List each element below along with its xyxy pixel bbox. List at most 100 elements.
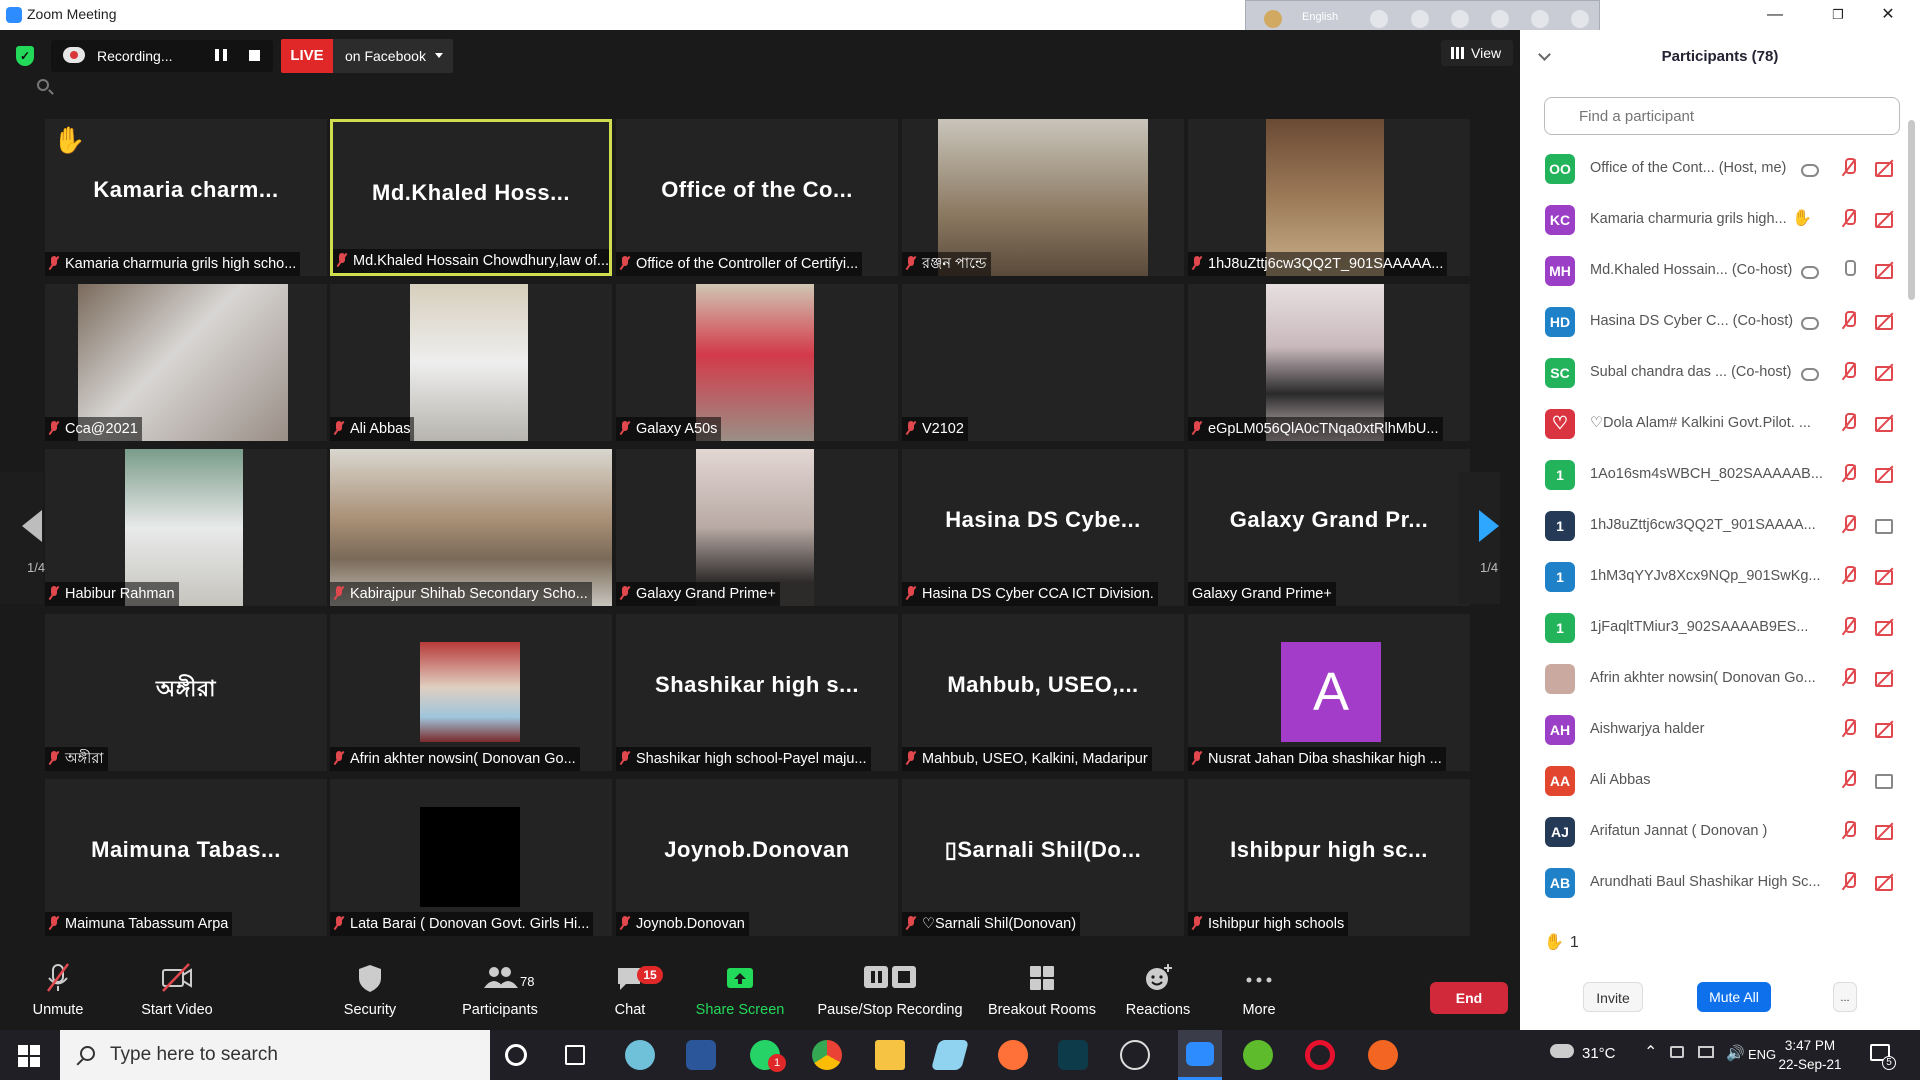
battery-icon[interactable]	[1670, 1046, 1684, 1058]
end-meeting-button[interactable]: End	[1430, 982, 1508, 1014]
video-tile[interactable]: Ali Abbas	[330, 284, 612, 441]
video-tile[interactable]: Mahbub, USEO,... Mahbub, USEO, Kalkini, M…	[902, 614, 1184, 771]
camera-off-icon[interactable]	[1875, 719, 1893, 739]
notes-app-icon[interactable]	[930, 1040, 970, 1070]
mic-muted-icon[interactable]	[1840, 872, 1858, 892]
windows-start-button[interactable]	[18, 1045, 40, 1067]
whatsapp-app-icon[interactable]: 1	[750, 1040, 786, 1072]
paint-app-icon[interactable]	[625, 1040, 655, 1070]
video-tile[interactable]: Afrin akhter nowsin( Donovan Go...	[330, 614, 612, 771]
camera-off-icon[interactable]	[1875, 821, 1893, 841]
utorrent-app-icon[interactable]	[1243, 1040, 1273, 1070]
file-explorer-icon[interactable]	[875, 1040, 905, 1070]
video-tile[interactable]: 1hJ8uZttj6cw3QQ2T_901SAAAAA...	[1188, 119, 1470, 276]
share-screen-button[interactable]: Share Screen	[692, 960, 788, 1030]
camera-off-icon[interactable]	[1875, 872, 1893, 892]
video-tile[interactable]: Office of the Co... Office of the Control…	[616, 119, 898, 276]
video-tile[interactable]: V2102	[902, 284, 1184, 441]
pen-icon[interactable]	[1491, 10, 1509, 28]
participant-row[interactable]: 1 1hJ8uZttj6cw3QQ2T_901SAAAA...	[1520, 500, 1912, 551]
participant-row[interactable]: KC Kamaria charmuria grils high... ✋	[1520, 194, 1912, 245]
video-tile[interactable]: Galaxy Grand Prime+	[616, 449, 898, 606]
participant-row[interactable]: Afrin akhter nowsin( Donovan Go...	[1520, 653, 1912, 704]
video-tile[interactable]: Kamaria charm... ✋ Kamaria charmuria grils…	[45, 119, 327, 276]
participant-row[interactable]: AJ Arifatun Jannat ( Donovan )	[1520, 806, 1912, 857]
close-button[interactable]: ✕	[1868, 2, 1908, 28]
video-tile[interactable]: Hasina DS Cybe... Hasina DS Cyber CCA ICT…	[902, 449, 1184, 606]
camera-off-icon[interactable]	[1875, 158, 1893, 178]
task-view-icon[interactable]	[565, 1045, 585, 1065]
find-participant-input[interactable]	[1544, 97, 1900, 135]
zoom-app-icon-active[interactable]	[1178, 1030, 1222, 1080]
camera-off-icon[interactable]	[1875, 413, 1893, 433]
mic-muted-icon[interactable]	[1840, 362, 1858, 382]
video-tile[interactable]: Md.Khaled Hoss... Md.Khaled Hossain Chowd…	[330, 119, 612, 276]
video-tile[interactable]: Galaxy A50s	[616, 284, 898, 441]
obs-app-icon[interactable]	[1120, 1040, 1150, 1070]
opera-app-icon[interactable]	[1305, 1040, 1335, 1070]
chrome-app-icon[interactable]	[812, 1040, 842, 1070]
participant-row[interactable]: 1 1Ao16sm4sWBCH_802SAAAAAB...	[1520, 449, 1912, 500]
panel-more-button[interactable]: ...	[1833, 982, 1857, 1012]
restore-button[interactable]: ❐	[1818, 2, 1858, 28]
start-video-button[interactable]: Start Video	[132, 960, 222, 1030]
camera-off-icon[interactable]	[1875, 260, 1893, 280]
participant-row[interactable]: 1 1hM3qYYJv8Xcx9NQp_901SwKg...	[1520, 551, 1912, 602]
camera-off-icon[interactable]	[1875, 311, 1893, 331]
mic-muted-icon[interactable]	[1840, 566, 1858, 586]
mic-icon[interactable]	[1840, 260, 1858, 280]
camera-off-icon[interactable]	[1875, 617, 1893, 637]
participant-row[interactable]: AH Aishwarjya halder	[1520, 704, 1912, 755]
mic-muted-icon[interactable]	[1840, 515, 1858, 535]
participant-row[interactable]: AB Arundhati Baul Shashikar High Sc...	[1520, 857, 1912, 908]
mic-muted-icon[interactable]	[1840, 821, 1858, 841]
breakout-rooms-button[interactable]: Breakout Rooms	[984, 960, 1100, 1030]
mic-settings-icon[interactable]	[1411, 10, 1429, 28]
next-page-arrow-icon[interactable]	[1479, 510, 1499, 542]
video-tile[interactable]: Shashikar high s... Shashikar high school…	[616, 614, 898, 771]
camera-off-icon[interactable]	[1875, 464, 1893, 484]
participant-row[interactable]: AA Ali Abbas	[1520, 755, 1912, 806]
language-label[interactable]: English	[1302, 11, 1338, 23]
invite-button[interactable]: Invite	[1583, 982, 1643, 1012]
camera-off-icon[interactable]	[1875, 362, 1893, 382]
mic-muted-icon[interactable]	[1840, 209, 1858, 229]
video-tile[interactable]: ▯Sarnali Shil(Do... ♡Sarnali Shil(Donovan…	[902, 779, 1184, 936]
taskbar-clock[interactable]: 3:47 PM 22-Sep-21	[1770, 1036, 1850, 1074]
video-tile[interactable]: রঞ্জন পান্ডে	[902, 119, 1184, 276]
network-icon[interactable]	[1698, 1046, 1714, 1058]
mic-muted-icon[interactable]	[1840, 464, 1858, 484]
avast-app-icon[interactable]	[1368, 1040, 1398, 1070]
gear-icon[interactable]	[1451, 10, 1469, 28]
mic-muted-icon[interactable]	[1840, 413, 1858, 433]
reactions-button[interactable]: Reactions	[1122, 960, 1194, 1030]
keyboard-icon[interactable]	[1370, 10, 1388, 28]
minimize-button[interactable]: —	[1755, 2, 1795, 28]
pause-stop-recording-button[interactable]: Pause/Stop Recording	[812, 960, 968, 1030]
video-tile[interactable]: Kabirajpur Shihab Secondary Scho...	[330, 449, 612, 606]
info-icon[interactable]	[1571, 10, 1589, 28]
chat-button[interactable]: Chat 15	[605, 960, 663, 1030]
video-tile[interactable]: eGpLM056QlA0cTNqa0xtRlhMbU...	[1188, 284, 1470, 441]
mic-muted-icon[interactable]	[1840, 668, 1858, 688]
firefox-app-icon[interactable]	[998, 1040, 1028, 1070]
video-tile[interactable]: Cca@2021	[45, 284, 327, 441]
security-button[interactable]: Security	[338, 960, 402, 1030]
video-tile[interactable]: Habibur Rahman	[45, 449, 327, 606]
camera-off-icon[interactable]	[1875, 668, 1893, 688]
participant-row[interactable]: HD Hasina DS Cyber C... (Co-host)	[1520, 296, 1912, 347]
tray-chevron-icon[interactable]: ⌃	[1644, 1042, 1657, 1062]
mic-muted-icon[interactable]	[1840, 770, 1858, 790]
participant-row[interactable]: ♡ ♡Dola Alam# Kalkini Govt.Pilot. ...	[1520, 398, 1912, 449]
help-icon[interactable]	[1531, 10, 1549, 28]
taskbar-search-box[interactable]: Type here to search	[60, 1030, 490, 1080]
video-tile[interactable]: Maimuna Tabas... Maimuna Tabassum Arpa	[45, 779, 327, 936]
video-tile[interactable]: অঙ্গীরা অঙ্গীরা	[45, 614, 327, 771]
terminal-app-icon[interactable]	[1058, 1040, 1088, 1070]
participant-row[interactable]: SC Subal chandra das ... (Co-host)	[1520, 347, 1912, 398]
more-button[interactable]: More	[1234, 960, 1284, 1030]
mic-muted-icon[interactable]	[1840, 311, 1858, 331]
video-tile[interactable]: A Nusrat Jahan Diba shashikar high ...	[1188, 614, 1470, 771]
prev-page-arrow-icon[interactable]	[22, 510, 42, 542]
unmute-button[interactable]: Unmute	[22, 960, 94, 1030]
